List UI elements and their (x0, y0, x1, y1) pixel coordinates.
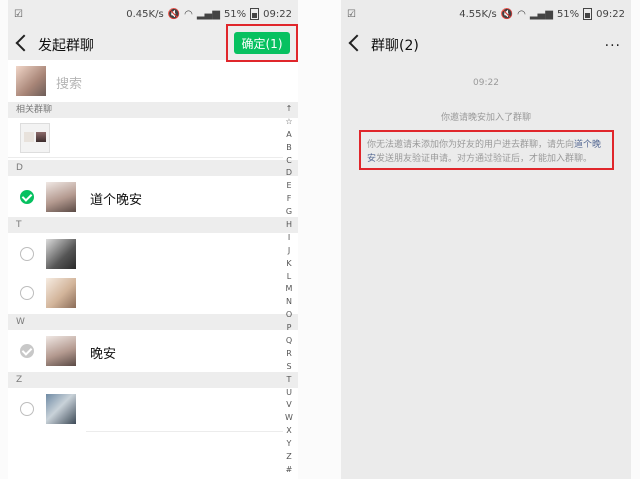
mute-icon: 🔇 (500, 8, 514, 20)
alphabet-index-letter[interactable]: B (286, 142, 292, 155)
battery-percent: 51% (223, 8, 247, 20)
confirm-button[interactable]: 确定(1) (234, 32, 290, 54)
contact-row[interactable] (8, 272, 283, 316)
contact-row[interactable]: 晚安 (8, 330, 283, 374)
create-group-screen: ☑ 0.45K/s 🔇 ◠ ▂▄▆ 51% 09:22 发起群聊 确定(1) 搜… (8, 0, 298, 479)
clock: 09:22 (596, 8, 625, 20)
notification-icon: ☑ (347, 9, 356, 20)
alphabet-index-letter[interactable]: H (286, 219, 292, 232)
alphabet-index-letter[interactable]: C (286, 155, 292, 168)
alphabet-index-letter[interactable]: I (288, 232, 290, 245)
group-avatar (20, 123, 50, 153)
related-groups-header: 相关群聊 (8, 102, 298, 118)
section-header-d: D (8, 160, 298, 176)
checkbox-disabled (20, 344, 34, 358)
related-group-row[interactable] (8, 118, 283, 158)
alphabet-index-letter[interactable]: R (286, 348, 292, 361)
battery-percent: 51% (556, 8, 580, 20)
alphabet-index-letter[interactable]: T (287, 374, 292, 387)
alphabet-index-letter[interactable]: Y (287, 438, 292, 451)
checkbox[interactable] (20, 247, 34, 261)
alphabet-index-letter[interactable]: X (286, 425, 291, 438)
alphabet-index-letter[interactable]: O (286, 309, 292, 322)
avatar (46, 182, 76, 212)
alphabet-index-letter[interactable]: F (287, 193, 292, 206)
section-header-t: T (8, 217, 298, 233)
avatar (46, 336, 76, 366)
alphabet-index-letter[interactable]: K (286, 258, 291, 271)
alphabet-index-letter[interactable]: U (286, 387, 292, 400)
battery-icon (250, 8, 260, 20)
search-input[interactable]: 搜索 (56, 73, 82, 92)
alphabet-index-letter[interactable]: N (286, 296, 292, 309)
alphabet-index-letter[interactable]: W (285, 412, 293, 425)
avatar (46, 394, 76, 424)
alphabet-index-letter[interactable]: E (286, 180, 291, 193)
mute-icon: 🔇 (167, 8, 181, 20)
back-icon[interactable] (15, 34, 33, 52)
title-bar: 群聊(2) ··· (341, 30, 631, 60)
battery-icon (583, 8, 593, 20)
section-header-w: W (8, 314, 298, 330)
checkbox-checked[interactable] (20, 190, 34, 204)
system-notice: 你无法邀请未添加你为好友的用户进去群聊，请先向道个晚安发送朋友验证申请。对方通过… (359, 130, 614, 170)
contact-name: 道个晚安 (90, 193, 143, 208)
contact-row[interactable]: 道个晚安 (8, 176, 283, 220)
wifi-icon: ◠ (184, 8, 193, 20)
alphabet-index-letter[interactable]: A (286, 129, 291, 142)
clock: 09:22 (263, 8, 292, 20)
alphabet-index-letter[interactable]: J (288, 245, 290, 258)
more-icon[interactable]: ··· (605, 38, 621, 54)
checkbox[interactable] (20, 402, 34, 416)
alphabet-index-letter[interactable]: G (286, 206, 292, 219)
notice-text: 你无法邀请未添加你为好友的用户进去群聊，请先向 (367, 140, 575, 150)
section-header-z: Z (8, 372, 298, 388)
network-speed: 4.55K/s (459, 8, 497, 20)
notification-icon: ☑ (14, 9, 23, 20)
checkbox[interactable] (20, 286, 34, 300)
group-chat-screen: ☑ 4.55K/s 🔇 ◠ ▂▄▆ 51% 09:22 群聊(2) ··· 09… (341, 0, 631, 479)
page-title: 发起群聊 (38, 38, 94, 54)
alphabet-index-letter[interactable]: # (286, 464, 293, 477)
back-icon[interactable] (348, 34, 366, 52)
selected-contact-avatar[interactable] (16, 66, 46, 96)
avatar (46, 278, 76, 308)
signal-icon: ▂▄▆ (196, 8, 220, 20)
contact-row[interactable] (8, 233, 283, 277)
notice-text: 发送朋友验证申请。对方通过验证后，才能加入群聊。 (376, 154, 593, 164)
alphabet-index-letter[interactable]: Z (286, 451, 291, 464)
alphabet-index-letter[interactable]: D (286, 167, 292, 180)
alphabet-index-letter[interactable]: S (286, 361, 291, 374)
alphabet-index-letter[interactable]: ☆ (285, 116, 292, 129)
status-bar: ☑ 4.55K/s 🔇 ◠ ▂▄▆ 51% 09:22 (341, 0, 631, 30)
avatar (46, 239, 76, 269)
signal-icon: ▂▄▆ (529, 8, 553, 20)
confirm-highlight: 确定(1) (226, 24, 298, 62)
alphabet-index-letter[interactable]: P (287, 322, 292, 335)
alphabet-index-letter[interactable]: Q (286, 335, 292, 348)
wifi-icon: ◠ (517, 8, 526, 20)
alphabet-index-letter[interactable]: L (287, 271, 291, 284)
alphabet-index-letter[interactable]: ↑ (286, 103, 293, 116)
network-speed: 0.45K/s (126, 8, 164, 20)
alphabet-index[interactable]: ↑ ☆ A B C D E F G H I J K L M N O P Q R S T U V W X Y Z # (283, 103, 295, 477)
alphabet-index-letter[interactable]: V (286, 399, 291, 412)
system-message: 你邀请晚安加入了群聊 (440, 113, 531, 123)
contact-name: 晚安 (90, 347, 117, 362)
chat-title: 群聊(2) (371, 38, 419, 54)
contact-row[interactable] (8, 388, 283, 432)
alphabet-index-letter[interactable]: M (286, 283, 293, 296)
search-bar[interactable]: 搜索 (8, 62, 298, 100)
message-time: 09:22 (473, 78, 499, 88)
